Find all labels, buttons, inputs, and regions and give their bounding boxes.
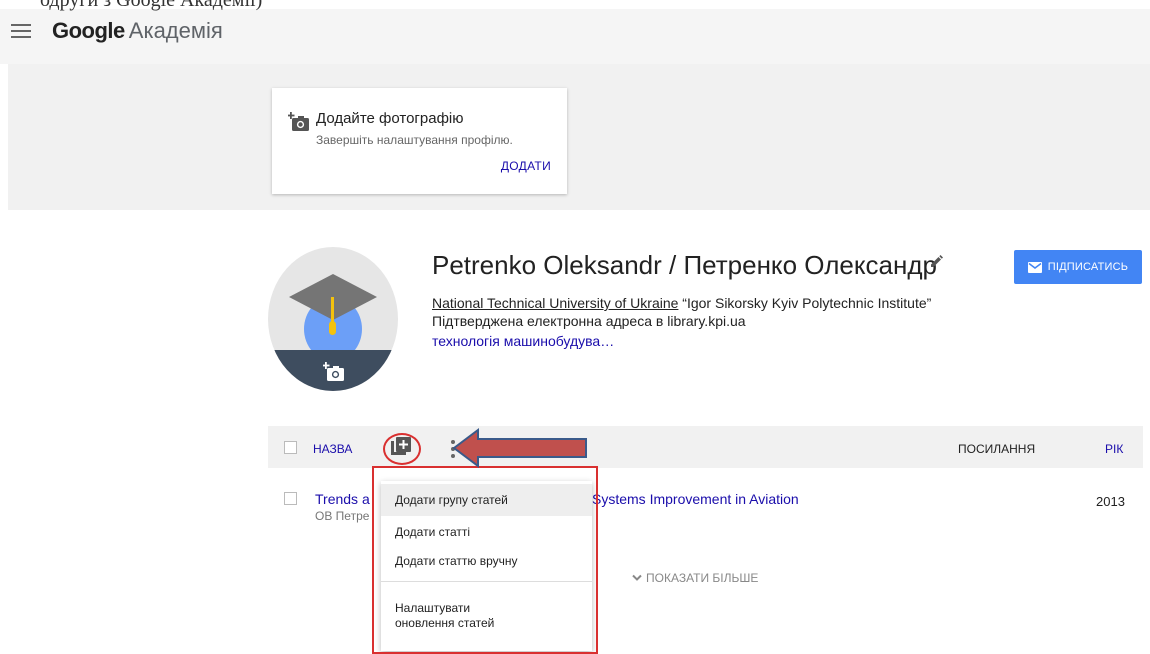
- add-articles-menu: Додати групу статей Додати статті Додати…: [381, 481, 592, 651]
- affiliation-text: “Igor Sikorsky Kyiv Polytechnic Institut…: [678, 295, 932, 311]
- add-articles-icon[interactable]: [389, 435, 413, 459]
- show-more-label: ПОКАЗАТИ БІЛЬШЕ: [646, 571, 759, 585]
- show-more-button[interactable]: ПОКАЗАТИ БІЛЬШЕ: [632, 571, 758, 585]
- logo-product-name: Академія: [128, 18, 223, 43]
- select-all-checkbox[interactable]: [284, 441, 297, 454]
- menu-item-add-article-group[interactable]: Додати групу статей: [381, 484, 592, 516]
- profile-affiliation: National Technical University of Ukraine…: [432, 295, 931, 311]
- menu-divider: [381, 581, 592, 582]
- upload-photo-icon[interactable]: [323, 362, 345, 382]
- follow-button[interactable]: ПІДПИСАТИСЬ: [1014, 250, 1142, 284]
- menu-item-add-article-manually[interactable]: Додати статтю вручну: [381, 545, 592, 577]
- mail-icon: [1027, 261, 1042, 273]
- configure-updates-line1: Налаштувати: [395, 601, 471, 615]
- row-checkbox[interactable]: [284, 492, 297, 505]
- profile-name: Petrenko Oleksandr / Петренко Олександр: [432, 250, 937, 280]
- annotation-arrow-icon: [452, 428, 587, 468]
- google-scholar-logo[interactable]: Google Академія: [52, 18, 223, 44]
- article-title-link-tail[interactable]: Systems Improvement in Aviation: [592, 491, 799, 507]
- verified-email: Підтверджена електронна адреса в library…: [432, 313, 746, 329]
- article-authors: ОВ Петре: [315, 509, 370, 523]
- research-interests-link[interactable]: технологія машинобудува…: [432, 333, 614, 349]
- add-photo-button[interactable]: ДОДАТИ: [501, 159, 551, 173]
- articles-table-header: НАЗВА ПОСИЛАННЯ РІК: [268, 426, 1143, 468]
- document-cut-strip: одруги з Google Академії): [0, 0, 1150, 11]
- add-photo-card: Додайте фотографію Завершіть налаштуванн…: [272, 88, 567, 194]
- affiliation-link[interactable]: National Technical University of Ukraine: [432, 295, 678, 311]
- cut-text: одруги з Google Академії): [40, 0, 263, 11]
- add-photo-icon: [288, 112, 309, 131]
- profile-avatar[interactable]: [268, 247, 398, 391]
- menu-item-add-articles[interactable]: Додати статті: [381, 516, 592, 548]
- follow-label: ПІДПИСАТИСЬ: [1047, 261, 1129, 273]
- profile-banner: [8, 64, 1150, 210]
- menu-icon[interactable]: [11, 24, 31, 40]
- chevron-down-icon: [632, 574, 642, 581]
- add-photo-subtitle: Завершіть налаштування профілю.: [316, 133, 513, 147]
- article-title-link[interactable]: Trends a: [315, 491, 370, 507]
- configure-updates-line2: оновлення статей: [395, 616, 495, 630]
- column-title-sort[interactable]: НАЗВА: [313, 442, 352, 456]
- article-year: 2013: [1096, 494, 1125, 509]
- column-cites-sort[interactable]: ПОСИЛАННЯ: [958, 442, 1035, 456]
- edit-pencil-icon[interactable]: [928, 254, 944, 270]
- column-year-sort[interactable]: РІК: [1105, 442, 1123, 456]
- logo-google: Google: [52, 18, 125, 43]
- menu-item-configure-updates[interactable]: Налаштувати оновлення статей: [381, 593, 592, 639]
- add-photo-title: Додайте фотографію: [316, 110, 464, 127]
